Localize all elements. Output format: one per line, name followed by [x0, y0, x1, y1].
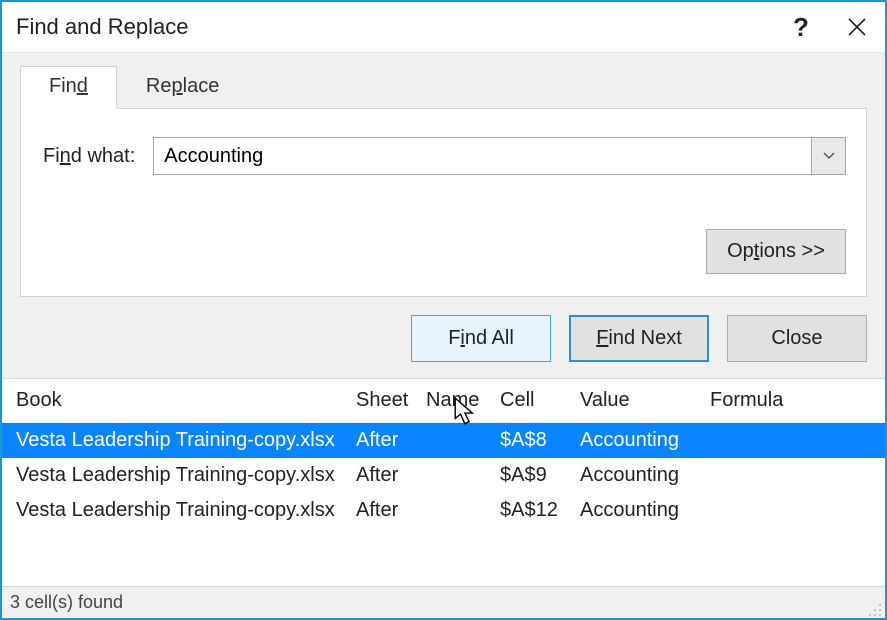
table-row[interactable]: Vesta Leadership Training-copy.xlsxAfter…	[2, 493, 885, 528]
col-sheet[interactable]: Sheet	[350, 385, 420, 416]
cell-sheet: After	[350, 495, 420, 526]
col-cell[interactable]: Cell	[494, 385, 574, 416]
table-row[interactable]: Vesta Leadership Training-copy.xlsxAfter…	[2, 423, 885, 458]
cell-book: Vesta Leadership Training-copy.xlsx	[10, 425, 350, 456]
col-value[interactable]: Value	[574, 385, 704, 416]
cell-formula	[704, 425, 885, 456]
status-text: 3 cell(s) found	[10, 592, 123, 613]
resize-grip-icon[interactable]	[863, 598, 881, 616]
cell-cell: $A$8	[494, 425, 574, 456]
titlebar: Find and Replace ?	[2, 2, 885, 52]
find-all-button[interactable]: Find All	[411, 315, 551, 362]
cell-name	[420, 425, 494, 456]
cell-value: Accounting	[574, 495, 704, 526]
cell-book: Vesta Leadership Training-copy.xlsx	[10, 495, 350, 526]
close-icon[interactable]	[829, 4, 885, 50]
close-button[interactable]: Close	[727, 315, 867, 362]
cell-book: Vesta Leadership Training-copy.xlsx	[10, 460, 350, 491]
cell-name	[420, 460, 494, 491]
tab-row: Find Replace	[20, 63, 867, 109]
help-button[interactable]: ?	[773, 4, 829, 50]
find-next-button[interactable]: Find Next	[569, 315, 709, 362]
tab-replace[interactable]: Replace	[117, 66, 248, 109]
cell-cell: $A$9	[494, 460, 574, 491]
col-name[interactable]: Name	[420, 385, 494, 416]
find-what-combo[interactable]	[153, 137, 846, 175]
results-panel: Book Sheet Name Cell Value Formula Vesta…	[2, 378, 885, 586]
action-buttons: Find All Find Next Close	[20, 315, 867, 362]
results-header[interactable]: Book Sheet Name Cell Value Formula	[2, 379, 885, 423]
window-title: Find and Replace	[16, 14, 773, 40]
dialog-body-upper: Find Replace Find what: Options >> Find …	[2, 52, 885, 378]
table-row[interactable]: Vesta Leadership Training-copy.xlsxAfter…	[2, 458, 885, 493]
col-formula[interactable]: Formula	[704, 385, 885, 416]
options-button[interactable]: Options >>	[706, 229, 846, 274]
find-what-label: Find what:	[43, 145, 135, 168]
cell-sheet: After	[350, 460, 420, 491]
find-replace-dialog: Find and Replace ? Find Replace Find wha…	[0, 0, 887, 620]
tab-find[interactable]: Find	[20, 66, 117, 109]
cell-formula	[704, 495, 885, 526]
find-what-input[interactable]	[154, 138, 811, 174]
cell-value: Accounting	[574, 460, 704, 491]
find-panel: Find what: Options >>	[20, 109, 867, 297]
chevron-down-icon[interactable]	[811, 138, 845, 174]
cell-name	[420, 495, 494, 526]
col-book[interactable]: Book	[10, 385, 350, 416]
cell-formula	[704, 460, 885, 491]
cell-value: Accounting	[574, 425, 704, 456]
cell-sheet: After	[350, 425, 420, 456]
cell-cell: $A$12	[494, 495, 574, 526]
status-bar: 3 cell(s) found	[2, 586, 885, 618]
tab-spacer	[248, 63, 867, 109]
